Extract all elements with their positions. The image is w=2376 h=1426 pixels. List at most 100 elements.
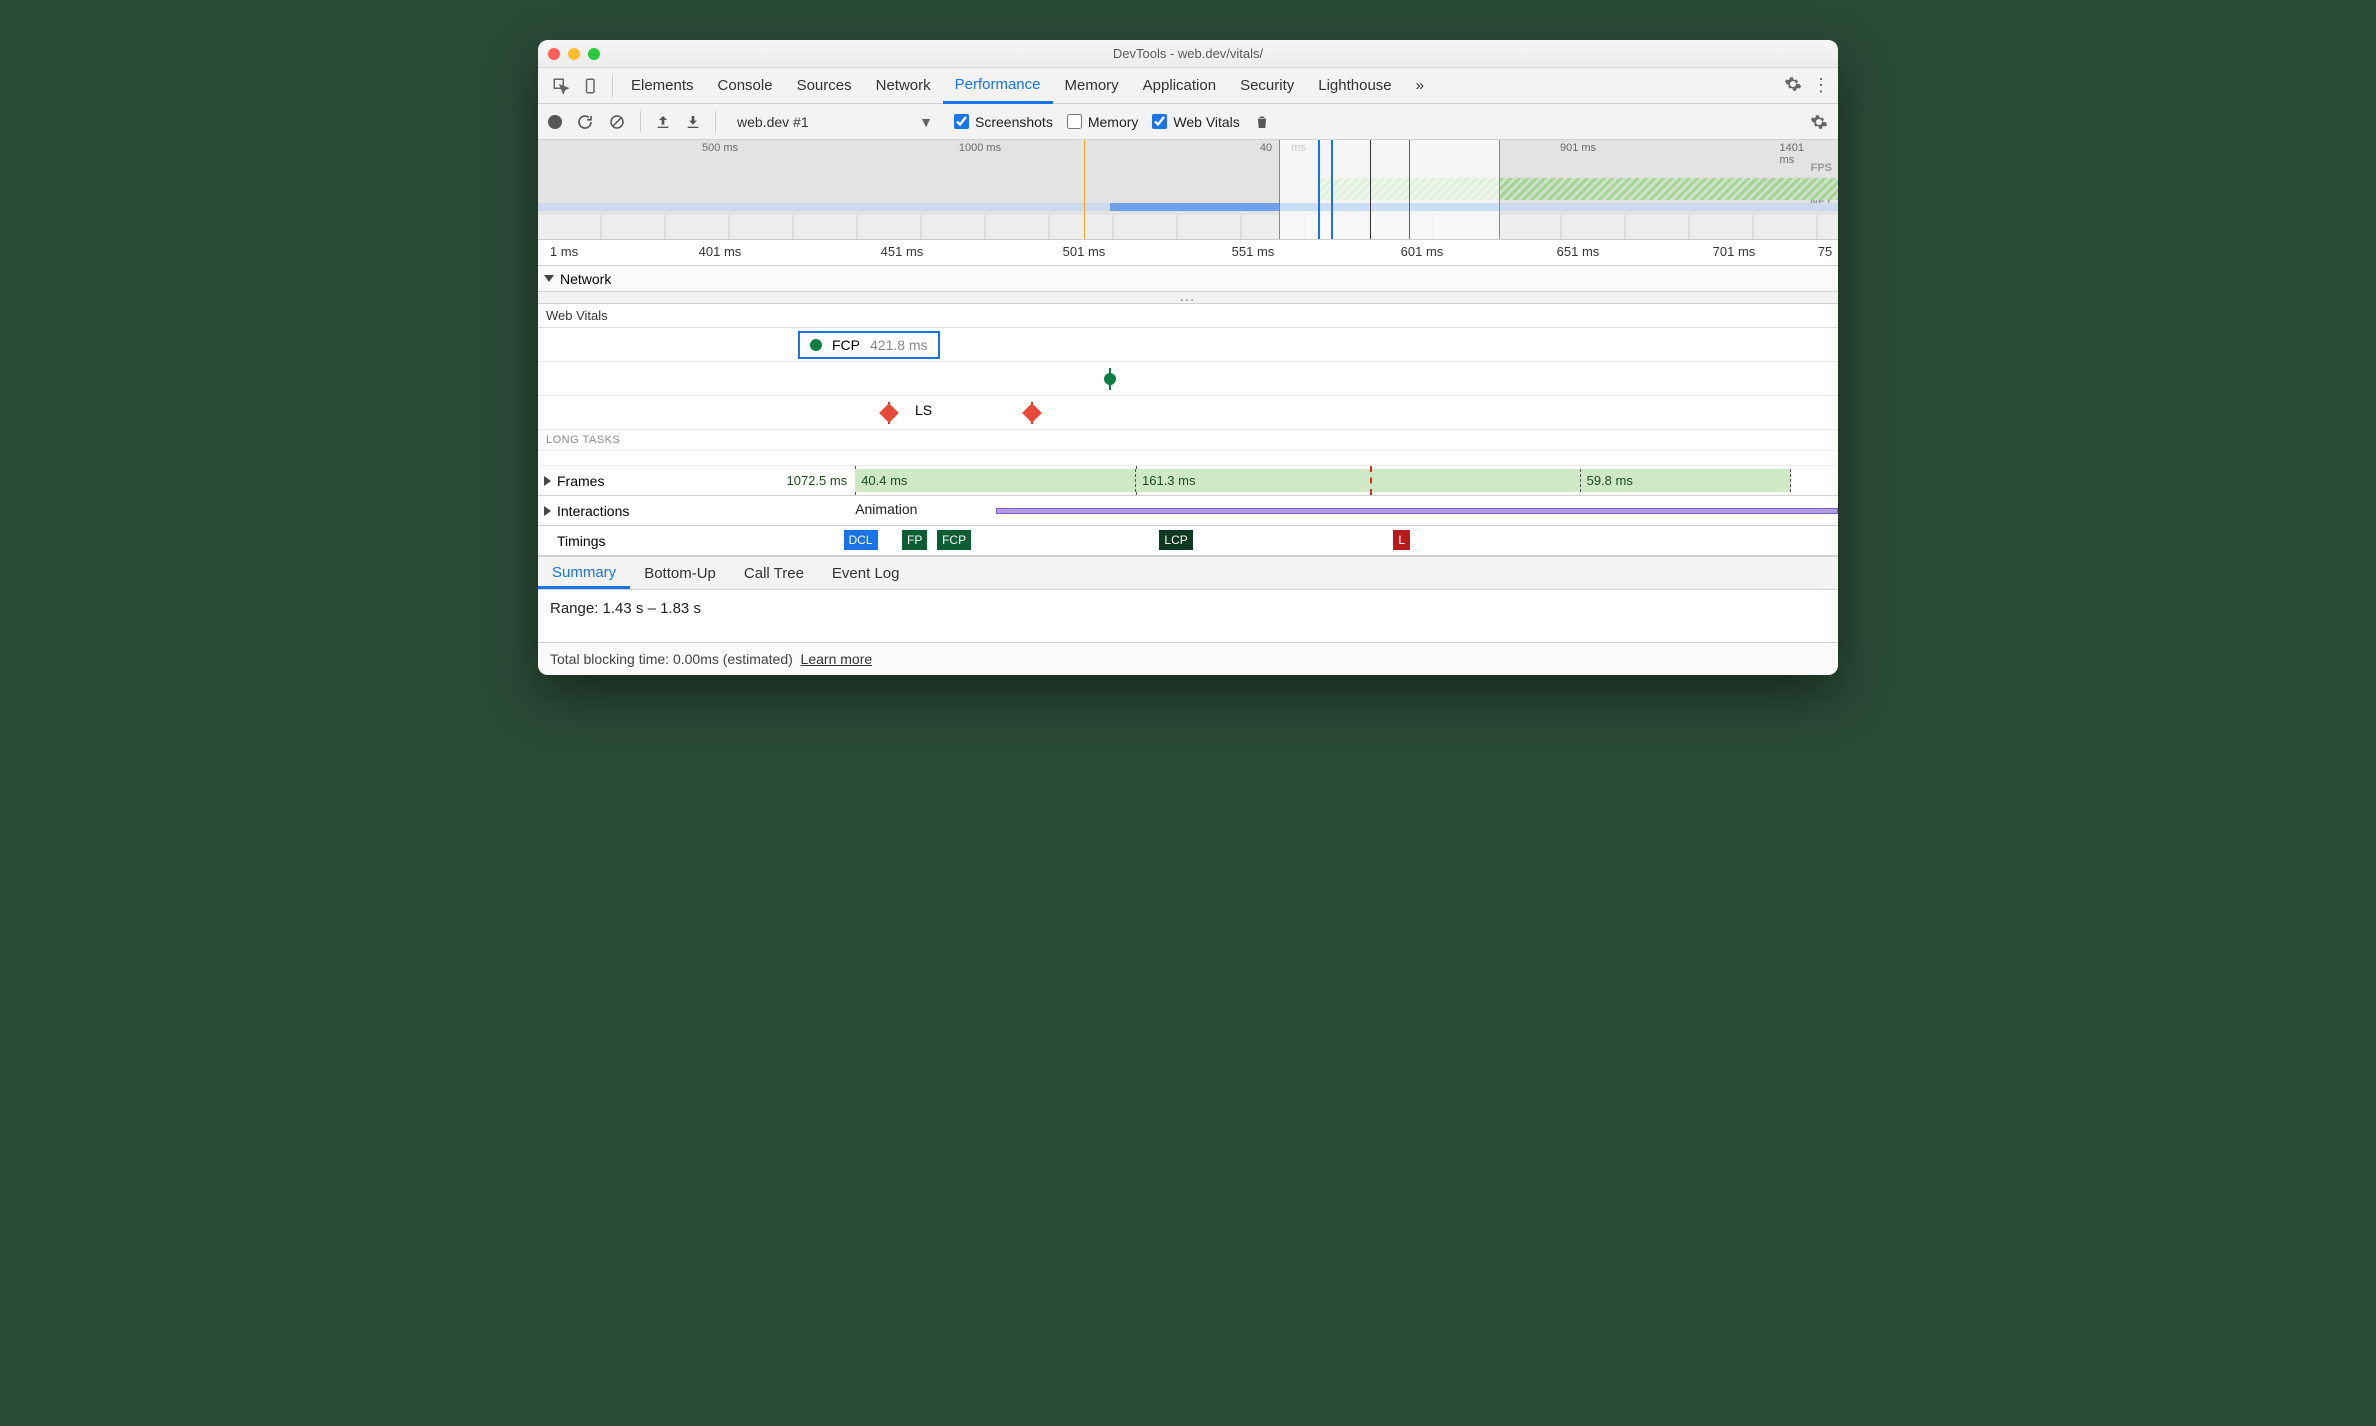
- webvitals-checkbox-input[interactable]: [1152, 114, 1167, 129]
- webvitals-section-label: Web Vitals: [538, 304, 1838, 328]
- ruler-tick: 701 ms: [1713, 244, 1756, 259]
- webvitals-lane-ls[interactable]: LS: [538, 396, 1838, 430]
- tab-elements[interactable]: Elements: [619, 68, 706, 104]
- caret-down-icon: ▼: [919, 114, 933, 130]
- ruler-tick: 601 ms: [1401, 244, 1444, 259]
- fcp-label: FCP: [832, 337, 860, 353]
- webvitals-lane-lcp[interactable]: [538, 362, 1838, 396]
- timing-fp-badge[interactable]: FP: [902, 530, 927, 550]
- animation-label: Animation: [855, 501, 917, 517]
- screenshots-checkbox-input[interactable]: [954, 114, 969, 129]
- ruler-tick: 1 ms: [550, 244, 578, 259]
- tbt-text: Total blocking time: 0.00ms (estimated): [550, 651, 793, 667]
- timings-label: Timings: [557, 533, 606, 549]
- window-title: DevTools - web.dev/vitals/: [538, 46, 1838, 61]
- tab-performance[interactable]: Performance: [943, 68, 1053, 104]
- memory-checkbox-input[interactable]: [1067, 114, 1082, 129]
- ruler-tick: 401 ms: [699, 244, 742, 259]
- frame-segment[interactable]: 59.8 ms: [1581, 469, 1792, 492]
- tab-network[interactable]: Network: [864, 68, 943, 104]
- overview-minimap[interactable]: 500 ms 1000 ms 40 ms 901 ms 1401 ms FPS …: [538, 140, 1838, 240]
- timings-row[interactable]: Timings DCL FP FCP LCP L: [538, 526, 1838, 556]
- device-toggle-icon[interactable]: [576, 77, 606, 95]
- detail-tab-bottomup[interactable]: Bottom-Up: [630, 557, 730, 589]
- webvitals-section: Web Vitals FCP 421.8 ms LS LONG TASKS: [538, 304, 1838, 466]
- delete-profile-button[interactable]: [1254, 113, 1270, 131]
- animation-bar[interactable]: [996, 508, 1838, 514]
- overview-tick: 500 ms: [702, 142, 738, 154]
- profile-select-label: web.dev #1: [737, 114, 809, 130]
- tab-application[interactable]: Application: [1131, 68, 1228, 104]
- detail-tab-summary[interactable]: Summary: [538, 557, 630, 589]
- performance-toolbar: web.dev #1 ▼ Screenshots Memory Web Vita…: [538, 104, 1838, 140]
- capture-settings-icon[interactable]: [1810, 113, 1828, 131]
- detail-tab-calltree[interactable]: Call Tree: [730, 557, 818, 589]
- detail-tab-eventlog[interactable]: Event Log: [818, 557, 914, 589]
- record-button[interactable]: [548, 115, 562, 129]
- webvitals-checkbox-label: Web Vitals: [1173, 114, 1239, 130]
- ruler-tick: 651 ms: [1557, 244, 1600, 259]
- settings-gear-icon[interactable]: [1784, 75, 1802, 97]
- long-tasks-label: LONG TASKS: [538, 430, 1838, 450]
- profile-select[interactable]: web.dev #1 ▼: [730, 111, 940, 133]
- more-tabs-button[interactable]: »: [1404, 68, 1436, 104]
- interactions-row[interactable]: Interactions Animation: [538, 496, 1838, 526]
- load-profile-button[interactable]: [655, 114, 671, 130]
- clear-button[interactable]: [608, 113, 626, 131]
- panel-tabs: Elements Console Sources Network Perform…: [538, 68, 1838, 104]
- fcp-dot-icon: [810, 339, 822, 351]
- ruler-tick: 501 ms: [1063, 244, 1106, 259]
- tab-memory[interactable]: Memory: [1053, 68, 1131, 104]
- save-profile-button[interactable]: [685, 114, 701, 130]
- tab-security[interactable]: Security: [1228, 68, 1306, 104]
- expand-icon: [544, 275, 554, 282]
- ruler-tick: 75: [1818, 244, 1832, 259]
- ls-marker[interactable]: [1022, 403, 1042, 423]
- frame-segment[interactable]: 1072.5 ms: [668, 469, 855, 492]
- ls-marker[interactable]: [879, 403, 899, 423]
- splitter-handle[interactable]: [538, 292, 1838, 304]
- summary-panel: Range: 1.43 s – 1.83 s: [538, 590, 1838, 642]
- webvitals-lane-fcp[interactable]: FCP 421.8 ms: [538, 328, 1838, 362]
- timeline-ruler[interactable]: 1 ms 401 ms 451 ms 501 ms 551 ms 601 ms …: [538, 240, 1838, 266]
- interactions-label: Interactions: [557, 503, 629, 519]
- learn-more-link[interactable]: Learn more: [801, 651, 873, 667]
- fcp-value: 421.8 ms: [870, 337, 928, 353]
- timing-lcp-badge[interactable]: LCP: [1159, 530, 1192, 550]
- ruler-tick: 451 ms: [881, 244, 924, 259]
- devtools-window: DevTools - web.dev/vitals/ Elements Cons…: [538, 40, 1838, 675]
- expand-icon: [544, 476, 551, 486]
- lcp-marker[interactable]: [1104, 373, 1116, 385]
- tab-console[interactable]: Console: [706, 68, 785, 104]
- inspect-icon[interactable]: [546, 77, 576, 95]
- overview-selection[interactable]: [1279, 140, 1500, 239]
- frame-segment[interactable]: 161.3 ms: [1136, 469, 1581, 492]
- overview-tick: 1000 ms: [959, 142, 1001, 154]
- expand-icon: [544, 506, 551, 516]
- timing-fcp-badge[interactable]: FCP: [937, 530, 971, 550]
- footer-bar: Total blocking time: 0.00ms (estimated) …: [538, 642, 1838, 675]
- frame-segment[interactable]: 40.4 ms: [855, 469, 1136, 492]
- screenshots-checkbox[interactable]: Screenshots: [954, 114, 1053, 130]
- tab-lighthouse[interactable]: Lighthouse: [1306, 68, 1403, 104]
- reload-record-button[interactable]: [576, 113, 594, 131]
- memory-checkbox[interactable]: Memory: [1067, 114, 1139, 130]
- fcp-tooltip: FCP 421.8 ms: [798, 331, 940, 359]
- frames-label: Frames: [557, 473, 604, 489]
- kebab-menu-icon[interactable]: ⋮: [1812, 75, 1830, 96]
- overview-tick: 40: [1260, 142, 1272, 154]
- timing-dcl-badge[interactable]: DCL: [844, 530, 878, 550]
- tab-sources[interactable]: Sources: [785, 68, 864, 104]
- ls-label: LS: [915, 402, 932, 418]
- webvitals-checkbox[interactable]: Web Vitals: [1152, 114, 1239, 130]
- memory-checkbox-label: Memory: [1088, 114, 1139, 130]
- summary-range: Range: 1.43 s – 1.83 s: [550, 600, 1826, 617]
- long-tasks-lane[interactable]: [538, 450, 1838, 466]
- frames-row[interactable]: Frames 1072.5 ms 40.4 ms 161.3 ms 59.8 m…: [538, 466, 1838, 496]
- titlebar: DevTools - web.dev/vitals/: [538, 40, 1838, 68]
- network-section-label: Network: [560, 271, 611, 287]
- timing-l-badge[interactable]: L: [1393, 530, 1410, 550]
- detail-tabs: Summary Bottom-Up Call Tree Event Log: [538, 556, 1838, 590]
- screenshots-checkbox-label: Screenshots: [975, 114, 1053, 130]
- ruler-tick: 551 ms: [1232, 244, 1275, 259]
